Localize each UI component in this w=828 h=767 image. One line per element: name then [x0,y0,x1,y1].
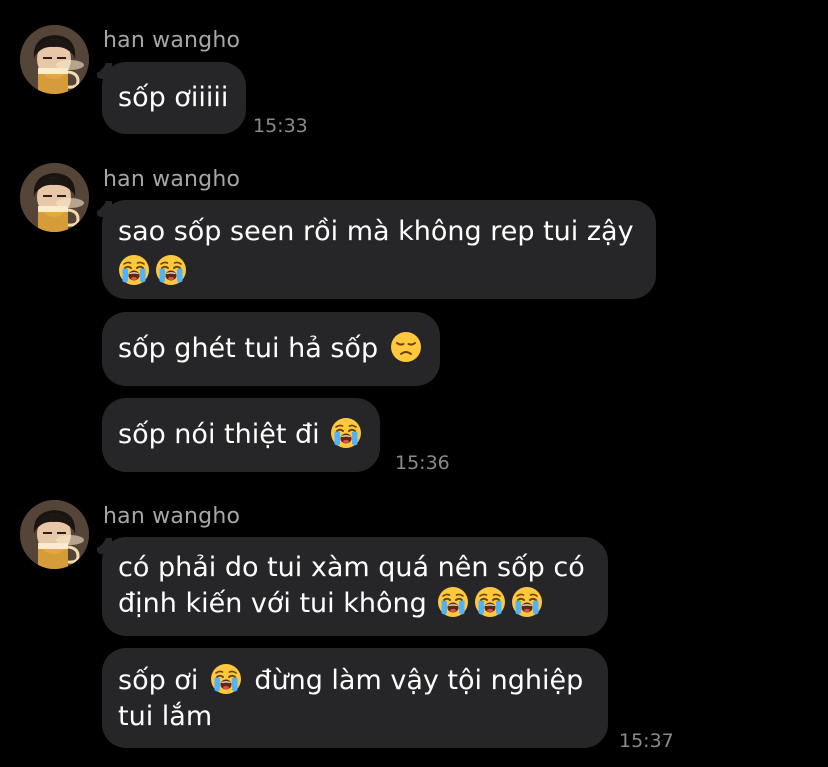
message-timestamp: 15:37 [619,730,674,752]
message-bubble[interactable]: sao sốp seen rồi mà không rep tui zậy [102,200,656,299]
loudly-crying-face-icon [511,586,543,618]
message-bubble[interactable]: sốp nói thiệt đi [102,398,380,472]
message-text: có phải do tui xàm quá nên sốp có [118,552,585,583]
avatar-photo-icon [20,500,89,569]
message-text: tui lắm [118,701,213,732]
message-bubble[interactable]: sốp ơi đừng làm vậy tội nghiệp tui lắm [102,648,608,748]
avatar[interactable] [20,500,89,569]
avatar-photo-icon [20,163,89,232]
message-timestamp: 15:33 [253,115,308,137]
loudly-crying-face-icon [474,586,506,618]
chat-thread: han wangho sốp ơiiiii 15:33 han wangho s… [0,0,828,767]
message-text-line: sốp ơi đừng làm vậy tội nghiệp [118,663,584,696]
message-text-line: định kiến với tui không [118,586,585,622]
avatar[interactable] [20,163,89,232]
message-text: sốp nói thiệt đi [118,417,362,453]
loudly-crying-face-icon [155,254,187,286]
avatar[interactable] [20,25,89,94]
loudly-crying-face-icon [330,417,362,449]
message-text: sốp ơiiiii [118,82,229,113]
loudly-crying-face-icon [210,663,242,695]
message-emojis [118,254,634,290]
message-bubble[interactable]: sốp ơiiiii [102,62,247,134]
loudly-crying-face-icon [437,586,469,618]
message-text: sao sốp seen rồi mà không rep tui zậy [118,216,634,247]
sender-name: han wangho [103,167,241,192]
loudly-crying-face-icon [118,254,150,286]
avatar-photo-icon [20,25,89,94]
message-text: sốp ghét tui hả sốp [118,331,422,367]
sender-name: han wangho [103,504,241,529]
message-bubble[interactable]: sốp ghét tui hả sốp [102,312,441,386]
message-timestamp: 15:36 [395,452,450,474]
message-bubble[interactable]: có phải do tui xàm quá nên sốp có định k… [102,537,608,636]
sender-name: han wangho [103,28,241,53]
disappointed-face-icon [390,331,422,363]
